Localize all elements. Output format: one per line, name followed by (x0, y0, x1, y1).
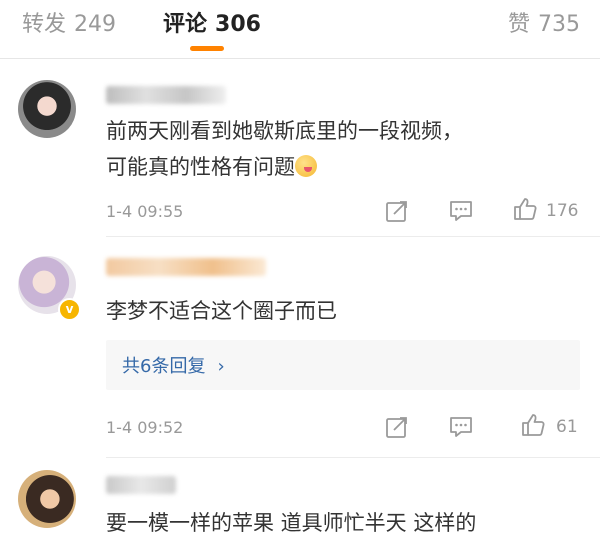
replies-link[interactable]: 共6条回复 › (122, 352, 225, 378)
comment-timestamp: 1-4 09:52 (106, 418, 184, 437)
like-count: 176 (546, 201, 579, 221)
comment-text-line: 前两天刚看到她歇斯底里的一段视频， (106, 119, 463, 143)
comment-text-line: 李梦不适合这个圈子而已 (106, 299, 337, 323)
username-blurred[interactable] (106, 86, 226, 104)
comment-bubble-icon[interactable] (448, 198, 474, 224)
share-edit-icon[interactable] (384, 414, 410, 440)
username-blurred[interactable] (106, 258, 266, 276)
comment-separator (106, 457, 600, 458)
share-edit-icon[interactable] (384, 198, 410, 224)
tab-likes-count: 735 (538, 12, 580, 37)
chevron-right-icon: › (217, 356, 225, 377)
like-count: 61 (556, 417, 578, 437)
comment-separator (106, 236, 600, 237)
tab-repost[interactable]: 转发 249 (22, 6, 116, 38)
tab-divider (0, 58, 600, 59)
tab-bar: 转发 249 评论 306 赞 735 (0, 0, 600, 51)
tab-repost-label: 转发 (22, 12, 67, 37)
verified-badge-icon: v (58, 298, 81, 321)
avatar[interactable] (18, 80, 76, 138)
comment-text-line: 要一模一样的苹果 道具师忙半天 这样的 (106, 511, 477, 535)
username-blurred[interactable] (106, 476, 176, 494)
thumbs-up-icon[interactable] (512, 196, 538, 222)
replies-count-label: 共6条回复 (122, 356, 206, 377)
tab-likes[interactable]: 赞 735 (508, 6, 580, 38)
drooling-face-icon (295, 155, 317, 177)
thumbs-up-icon[interactable] (520, 412, 546, 438)
active-tab-indicator (190, 46, 224, 51)
tab-repost-count: 249 (74, 12, 117, 37)
tab-comments-label: 评论 (163, 12, 208, 37)
comment-text-line-2: 可能真的性格有问题 (106, 150, 317, 184)
avatar[interactable] (18, 470, 76, 528)
tab-comments-count: 306 (215, 12, 261, 37)
tab-comments[interactable]: 评论 306 (163, 6, 261, 38)
comment-bubble-icon[interactable] (448, 414, 474, 440)
comment-text-line: 可能真的性格有问题 (106, 155, 295, 179)
tab-likes-label: 赞 (507, 12, 530, 37)
replies-box[interactable]: 共6条回复 › (106, 340, 580, 390)
comment-timestamp: 1-4 09:55 (106, 202, 184, 221)
